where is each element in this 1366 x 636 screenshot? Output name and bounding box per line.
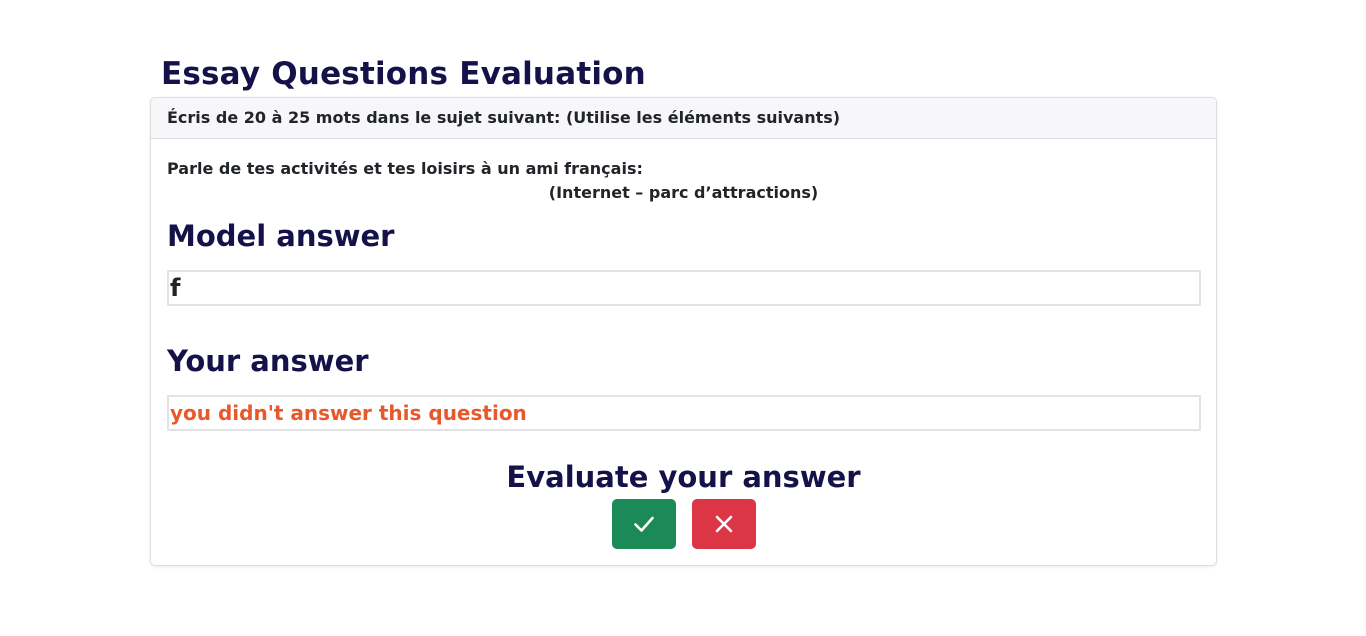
question-prompt: Parle de tes activités et tes loisirs à … xyxy=(167,159,643,178)
model-answer-heading: Model answer xyxy=(167,219,395,253)
evaluation-buttons xyxy=(167,499,1200,549)
question-card-body: Parle de tes activités et tes loisirs à … xyxy=(151,139,1216,565)
evaluate-heading: Evaluate your answer xyxy=(506,460,861,494)
page-title: Essay Questions Evaluation xyxy=(161,56,646,92)
evaluation-container: Essay Questions Evaluation Écris de 20 à… xyxy=(150,52,1217,566)
your-answer-text: you didn't answer this question xyxy=(170,401,527,425)
question-elements: (Internet – parc d’attractions) xyxy=(548,183,819,202)
check-icon xyxy=(632,512,656,536)
question-instruction: Écris de 20 à 25 mots dans le sujet suiv… xyxy=(151,98,1216,139)
model-answer-box: f xyxy=(167,270,1201,306)
mark-wrong-button[interactable] xyxy=(691,499,756,549)
model-answer-text: f xyxy=(170,274,181,302)
your-answer-box: you didn't answer this question xyxy=(167,395,1201,431)
your-answer-heading: Your answer xyxy=(167,344,369,378)
x-icon xyxy=(713,513,735,535)
mark-correct-button[interactable] xyxy=(611,499,676,549)
question-card: Écris de 20 à 25 mots dans le sujet suiv… xyxy=(150,97,1217,566)
